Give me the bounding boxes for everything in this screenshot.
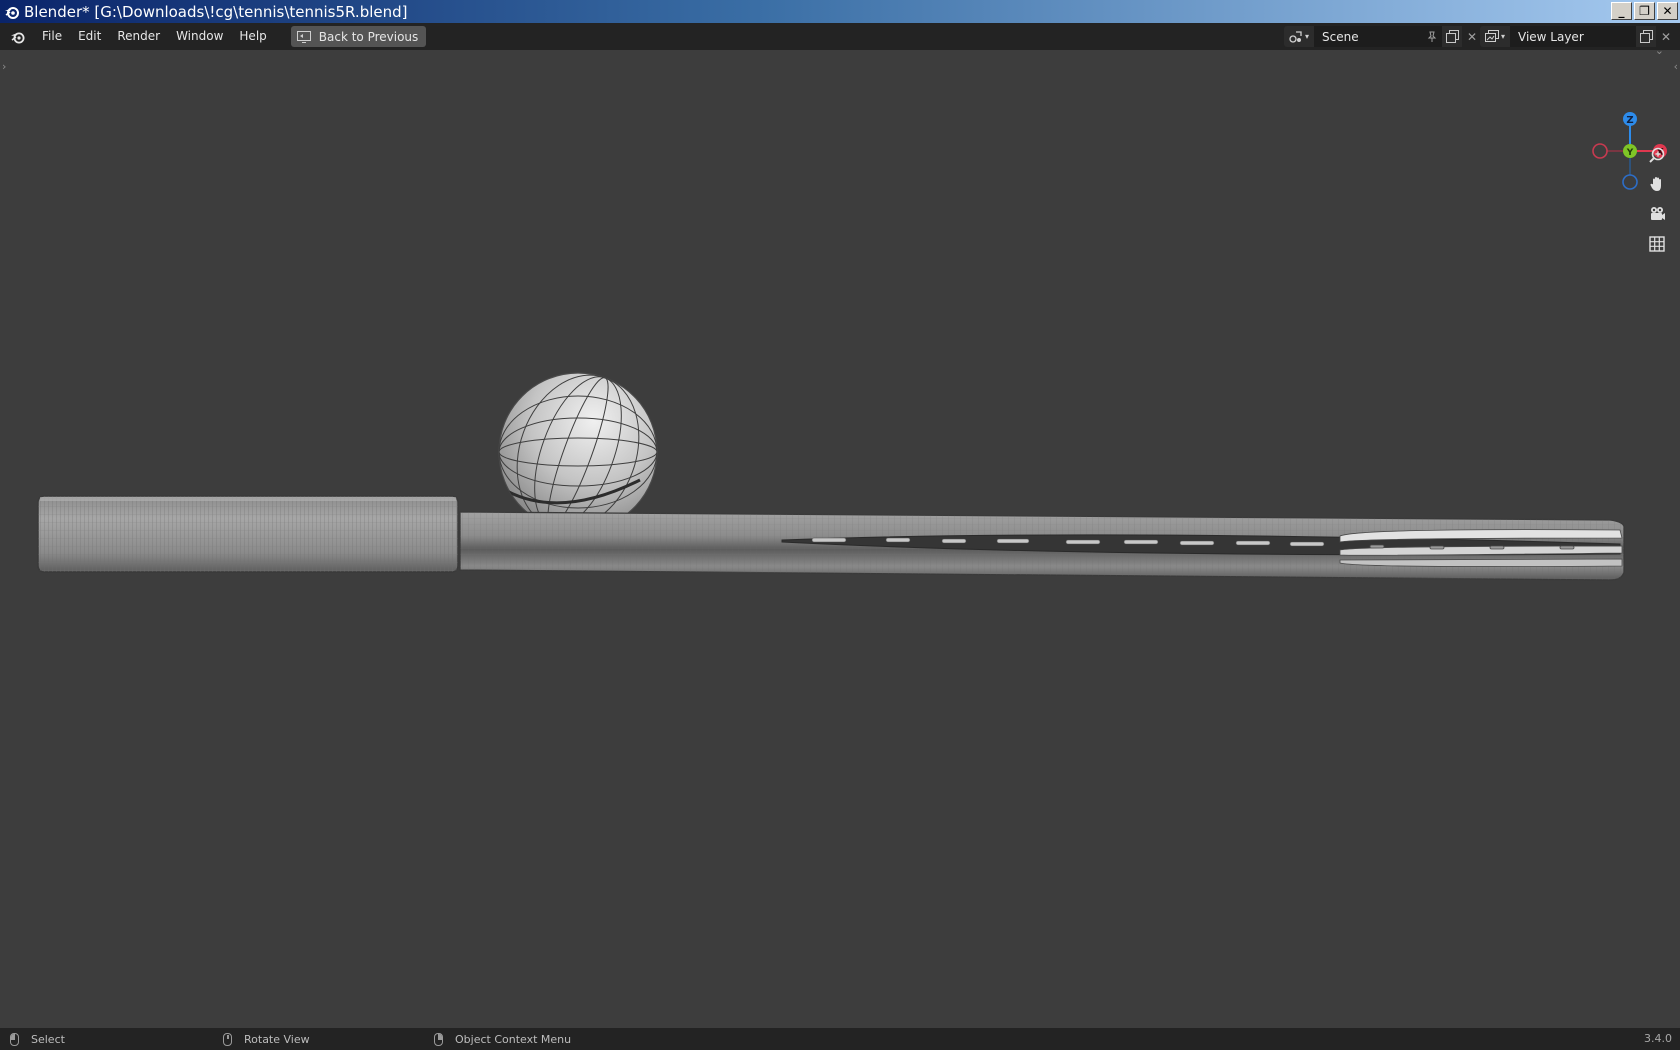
gizmo-z-label: Z	[1626, 115, 1633, 126]
top-menu-bar: File Edit Render Window Help Back to Pre…	[0, 23, 1680, 50]
blender-logo-icon	[11, 32, 25, 43]
scene-name: Scene	[1322, 29, 1359, 44]
menu-window[interactable]: Window	[168, 23, 231, 50]
negative-x-axis-handle[interactable]	[1592, 143, 1608, 159]
view-layer-name: View Layer	[1518, 29, 1584, 44]
blender-menu-button[interactable]	[8, 27, 28, 47]
back-to-previous-label: Back to Previous	[318, 29, 419, 44]
window-title: Blender* [G:\Downloads\!cg\tennis\tennis…	[24, 2, 408, 21]
zoom-button[interactable]	[1643, 141, 1671, 169]
status-select-label: Select	[31, 1032, 65, 1046]
status-context-label: Object Context Menu	[455, 1032, 572, 1046]
new-scene-icon[interactable]	[1442, 26, 1462, 47]
scene-selector: ▾ Scene ✕	[1284, 26, 1482, 47]
monitor-back-icon	[296, 30, 311, 43]
orthographic-toggle-button[interactable]	[1643, 230, 1671, 258]
close-window-button[interactable]: ✕	[1657, 2, 1678, 20]
blender-logo-icon	[5, 6, 19, 19]
gizmo-y-label: Y	[1626, 148, 1634, 158]
menu-render[interactable]: Render	[109, 23, 168, 50]
window-controls: _ ❐ ✕	[1611, 2, 1678, 20]
chevron-down-icon: ▾	[1304, 32, 1309, 41]
zoom-icon	[1649, 147, 1665, 163]
camera-icon	[1651, 207, 1665, 220]
view-layer-name-field[interactable]: View Layer	[1510, 26, 1636, 47]
pin-icon[interactable]	[1422, 26, 1442, 47]
pan-button[interactable]	[1643, 170, 1671, 198]
negative-z-axis-handle[interactable]	[1622, 174, 1638, 190]
new-view-layer-icon[interactable]	[1636, 26, 1656, 47]
scene-icon	[1289, 30, 1302, 43]
menu-help[interactable]: Help	[231, 23, 274, 50]
window-titlebar: Blender* [G:\Downloads\!cg\tennis\tennis…	[0, 0, 1680, 23]
camera-view-button[interactable]	[1643, 200, 1671, 228]
scene-objects	[37, 372, 1625, 581]
scene-name-field[interactable]: Scene	[1314, 26, 1422, 47]
racket-handle-mesh[interactable]	[37, 495, 459, 573]
menu-edit[interactable]: Edit	[70, 23, 109, 50]
version-label: 3.4.0	[1644, 1032, 1672, 1045]
grid-icon	[1649, 236, 1665, 252]
chevron-down-icon: ▾	[1500, 32, 1505, 41]
status-context: Object Context Menu	[434, 1028, 571, 1050]
render-layers-icon	[1484, 30, 1499, 42]
view-layer-selector: ▾ View Layer ✕	[1480, 26, 1676, 47]
status-bar: Select Rotate View Object Context Menu 3…	[0, 1028, 1680, 1050]
view-layer-browse-button[interactable]: ▾	[1480, 26, 1510, 47]
status-select: Select	[10, 1028, 65, 1050]
mouse-middle-icon	[223, 1032, 232, 1046]
minimize-button[interactable]: _	[1611, 2, 1632, 20]
mouse-left-icon	[10, 1032, 19, 1046]
mouse-right-icon	[434, 1032, 443, 1046]
back-to-previous-button[interactable]: Back to Previous	[290, 26, 427, 47]
hand-icon	[1650, 177, 1661, 191]
restore-button[interactable]: ❐	[1634, 2, 1655, 20]
status-rotate: Rotate View	[223, 1028, 310, 1050]
close-icon[interactable]: ✕	[1462, 26, 1482, 47]
menu-file[interactable]: File	[34, 23, 70, 50]
scene-browse-button[interactable]: ▾	[1284, 26, 1314, 47]
3d-viewport[interactable]: › ‹ ⌄ Z X Y	[0, 44, 1680, 1028]
racket-frame-mesh[interactable]	[459, 511, 1625, 581]
status-rotate-label: Rotate View	[244, 1032, 310, 1046]
